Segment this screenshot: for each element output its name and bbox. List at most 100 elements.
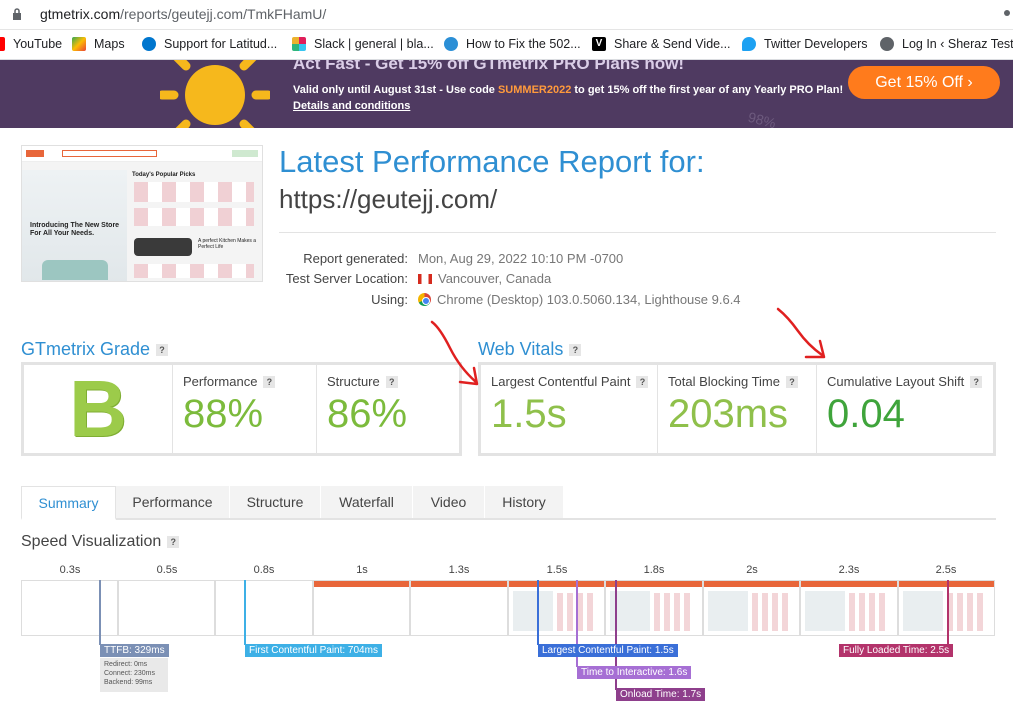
tbt-label: Total Blocking Time? — [668, 374, 798, 389]
tab-waterfall[interactable]: Waterfall — [321, 486, 413, 518]
tab-structure[interactable]: Structure — [230, 486, 321, 518]
tab-summary[interactable]: Summary — [21, 486, 116, 520]
bookmark-twitter[interactable]: Twitter Developers — [742, 37, 868, 51]
filmstrip-frame[interactable] — [313, 580, 410, 636]
url-host: gtmetrix.com — [40, 6, 121, 22]
lcp-value: 1.5s — [491, 392, 567, 436]
promo-valid-suffix: to get 15% off the first year of any Yea… — [571, 84, 844, 96]
frame-products — [654, 593, 694, 631]
tab-performance[interactable]: Performance — [116, 486, 230, 518]
bookmarks-bar: YouTube Maps Support for Latitud... Slac… — [0, 30, 1013, 60]
details-link[interactable]: Details and conditions — [293, 100, 410, 112]
help-icon[interactable]: ? — [156, 343, 169, 356]
thumb-sofa — [42, 260, 108, 280]
bookmark-label: Slack | general | bla... — [314, 37, 434, 51]
bookmark-label: Share & Send Vide... — [614, 37, 731, 51]
address-bar[interactable]: gtmetrix.com/reports/geutejj.com/TmkFHam… — [0, 0, 1013, 30]
timeline-tick: 2.3s — [838, 564, 860, 576]
maps-icon — [72, 37, 86, 51]
speed-title-text: Speed Visualization — [21, 533, 162, 550]
filmstrip-frame[interactable] — [703, 580, 800, 636]
frame-hero — [708, 591, 748, 631]
bookmark-502[interactable]: How to Fix the 502... — [444, 37, 581, 51]
help-icon[interactable]: ? — [970, 375, 983, 388]
thumb-logo — [26, 150, 44, 157]
thumb-products-row2 — [134, 208, 254, 226]
thumb-popular: Today's Popular Picks — [132, 172, 196, 178]
ttfb-marker-line — [99, 580, 101, 645]
help-icon[interactable]: ? — [263, 375, 276, 388]
frame-header — [509, 581, 604, 587]
filmstrip-frame[interactable] — [605, 580, 703, 636]
filmstrip-frame[interactable] — [508, 580, 605, 636]
report-site-url[interactable]: https://geutejj.com/ — [279, 184, 497, 215]
web-vitals-panel: Largest Contentful Paint? 1.5s Total Blo… — [478, 362, 996, 456]
help-icon[interactable]: ? — [569, 343, 582, 356]
server-location-label: Test Server Location: — [285, 271, 408, 286]
canada-flag-icon — [418, 273, 432, 284]
timeline-tick: 1.3s — [448, 564, 470, 576]
performance-value: 88% — [183, 392, 264, 436]
timeline-tick: 1.5s — [546, 564, 568, 576]
cls-metric: Cumulative Layout Shift? 0.04 — [816, 365, 993, 453]
filmstrip-frame[interactable] — [215, 580, 313, 636]
fully-loaded-marker-line — [947, 580, 949, 645]
timeline-tick: 0.5s — [156, 564, 178, 576]
frame-header — [314, 581, 409, 587]
lcp-timeline-label: Largest Contentful Paint: 1.5s — [538, 644, 678, 657]
frame-hero — [903, 591, 943, 631]
extension-indicator-icon[interactable] — [1004, 10, 1010, 16]
tab-history[interactable]: History — [485, 486, 564, 518]
thumb-header — [22, 146, 262, 162]
lcp-metric: Largest Contentful Paint? 1.5s — [481, 365, 656, 453]
grade-panel: B Performance? 88% Structure? 86% — [21, 362, 462, 456]
vimeo-v-icon: V — [592, 37, 606, 51]
help-icon[interactable]: ? — [167, 536, 180, 548]
url-text[interactable]: gtmetrix.com/reports/geutejj.com/TmkFHam… — [40, 6, 326, 22]
twitter-icon — [742, 37, 756, 51]
site-screenshot-thumbnail[interactable]: Introducing The New Store For All Your N… — [21, 145, 263, 282]
backend-time: Backend: 99ms — [104, 679, 153, 686]
structure-value: 86% — [327, 392, 408, 436]
globe-icon — [880, 37, 894, 51]
bookmark-vimeo[interactable]: V Share & Send Vide... — [592, 37, 731, 51]
grade-letter: B — [69, 364, 127, 453]
frame-products — [947, 593, 987, 631]
tbt-metric: Total Blocking Time? 203ms — [657, 365, 816, 453]
ttfb-label: TTFB: 329ms — [100, 644, 169, 657]
bookmark-maps[interactable]: Maps — [72, 37, 125, 51]
slack-icon — [292, 37, 306, 51]
performance-label: Performance? — [183, 374, 276, 389]
structure-label-text: Structure — [327, 374, 380, 389]
page-title: Latest Performance Report for: — [279, 144, 705, 179]
timeline-tick: 0.8s — [253, 564, 275, 576]
help-icon[interactable]: ? — [636, 375, 649, 388]
using-value: Chrome (Desktop) 103.0.5060.134, Lightho… — [418, 292, 741, 307]
report-tabs: Summary Performance Structure Waterfall … — [21, 486, 996, 520]
filmstrip-frame[interactable] — [118, 580, 215, 636]
promo-code: SUMMER2022 — [497, 84, 572, 96]
thumb-grill — [134, 238, 192, 256]
bookmark-label: Maps — [94, 37, 125, 51]
cls-label: Cumulative Layout Shift? — [827, 374, 983, 389]
bookmark-slack[interactable]: Slack | general | bla... — [292, 37, 434, 51]
bookmark-login[interactable]: Log In ‹ Sheraz Test... — [880, 37, 1013, 51]
lock-icon[interactable] — [12, 8, 22, 20]
filmstrip-frame[interactable] — [800, 580, 898, 636]
frame-products — [752, 593, 792, 631]
cls-label-text: Cumulative Layout Shift — [827, 374, 965, 389]
thumb-button — [232, 150, 258, 157]
grade-section-title: GTmetrix Grade? — [21, 339, 169, 360]
get-discount-button[interactable]: Get 15% Off › — [848, 66, 1000, 99]
filmstrip-frame[interactable] — [410, 580, 508, 636]
bookmark-youtube[interactable]: YouTube — [0, 37, 62, 51]
tbt-label-text: Total Blocking Time — [668, 374, 780, 389]
filmstrip-frame[interactable] — [21, 580, 118, 636]
help-icon[interactable]: ? — [786, 375, 798, 388]
help-icon[interactable]: ? — [385, 375, 398, 388]
tab-video[interactable]: Video — [413, 486, 485, 518]
using-label: Using: — [371, 292, 408, 307]
bookmark-dell[interactable]: Support for Latitud... — [142, 37, 277, 51]
thumb-hero-text: Introducing The New Store For All Your N… — [30, 222, 120, 237]
thumb-search — [62, 150, 157, 157]
